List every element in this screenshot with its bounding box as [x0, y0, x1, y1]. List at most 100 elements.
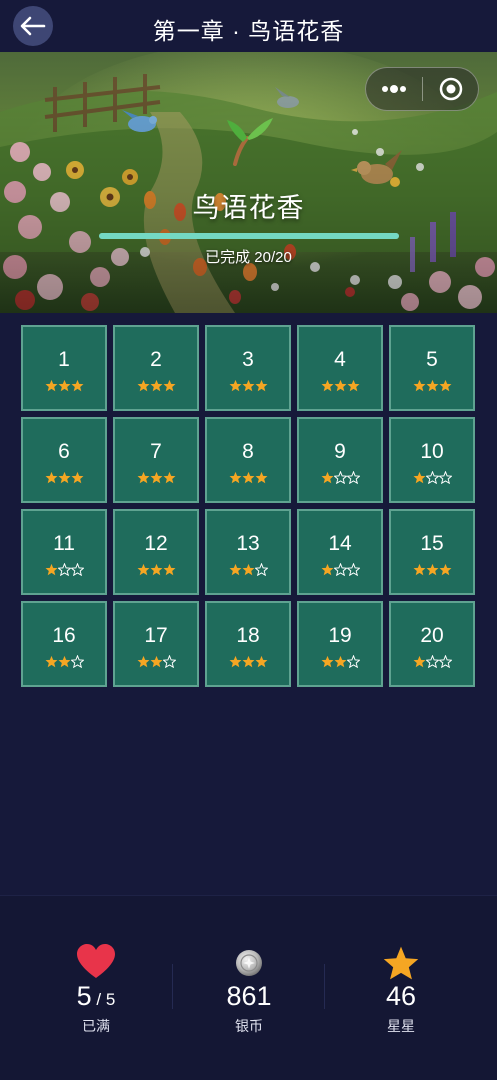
star-filled-icon — [255, 471, 267, 483]
star-filled-icon — [439, 563, 451, 575]
level-number: 5 — [426, 347, 438, 371]
star-empty-icon — [254, 562, 268, 576]
star-filled-icon — [242, 563, 254, 575]
star-empty-icon — [438, 470, 452, 484]
star-empty-icon — [162, 654, 176, 668]
star-filled-icon — [58, 471, 70, 483]
level-cell[interactable]: 17 — [113, 601, 199, 687]
star-filled-icon — [137, 655, 149, 667]
level-cell[interactable]: 12 — [113, 509, 199, 595]
level-stars — [229, 471, 268, 484]
level-number: 6 — [58, 439, 70, 463]
stat-divider — [324, 964, 325, 1009]
star-filled-icon — [58, 379, 70, 391]
level-cell[interactable]: 9 — [297, 417, 383, 503]
star-filled-icon — [413, 379, 425, 391]
level-number: 20 — [420, 623, 444, 647]
page-title: 第一章 · 鸟语花香 — [152, 18, 345, 44]
star-filled-icon — [150, 655, 162, 667]
chapter-banner: 鸟语花香 已完成 20/20 — [0, 52, 497, 313]
level-stars — [413, 379, 452, 392]
level-stars — [413, 563, 452, 576]
level-stars — [45, 562, 84, 576]
level-cell[interactable]: 10 — [389, 417, 475, 503]
star-empty-icon — [70, 654, 84, 668]
level-stars — [137, 471, 176, 484]
level-cell[interactable]: 7 — [113, 417, 199, 503]
level-cell[interactable]: 6 — [21, 417, 107, 503]
level-cell[interactable]: 13 — [205, 509, 291, 595]
silver-coin-icon — [236, 950, 262, 976]
level-stars — [229, 655, 268, 668]
star-filled-icon — [71, 471, 83, 483]
level-stars — [321, 562, 360, 576]
star-filled-icon — [413, 655, 425, 667]
level-number: 16 — [52, 623, 76, 647]
hearts-label: 已满 — [82, 1018, 110, 1034]
resource-bar: 5 / 5 已满 861 银币 46 星星 — [0, 895, 497, 1080]
star-filled-icon — [137, 563, 149, 575]
level-number: 17 — [144, 623, 168, 647]
star-filled-icon — [242, 471, 254, 483]
star-filled-icon — [439, 379, 451, 391]
chapter-progress-bar — [99, 233, 399, 239]
level-grid: 1 2 3 4 5 6 7 8 9 10 11 12 13 14 15 16 17 18 19 20 — [21, 325, 475, 687]
level-cell[interactable]: 2 — [113, 325, 199, 411]
star-filled-icon — [321, 379, 333, 391]
star-filled-icon — [45, 655, 57, 667]
star-empty-icon — [438, 654, 452, 668]
level-number: 2 — [150, 347, 162, 371]
star-filled-icon — [321, 471, 333, 483]
level-stars — [137, 379, 176, 392]
top-bar: 第一章 · 鸟语花香 — [0, 0, 497, 52]
level-stars — [321, 470, 360, 484]
star-filled-icon — [229, 471, 241, 483]
star-icon — [383, 946, 419, 980]
level-cell[interactable]: 1 — [21, 325, 107, 411]
star-empty-icon — [346, 470, 360, 484]
level-cell[interactable]: 5 — [389, 325, 475, 411]
star-filled-icon — [426, 379, 438, 391]
star-filled-icon — [242, 379, 254, 391]
star-filled-icon — [413, 471, 425, 483]
level-cell[interactable]: 18 — [205, 601, 291, 687]
level-cell[interactable]: 19 — [297, 601, 383, 687]
star-filled-icon — [45, 379, 57, 391]
level-number: 4 — [334, 347, 346, 371]
level-cell[interactable]: 8 — [205, 417, 291, 503]
star-empty-icon — [57, 562, 71, 576]
star-empty-icon — [346, 654, 360, 668]
level-cell[interactable]: 16 — [21, 601, 107, 687]
coins-label: 银币 — [235, 1018, 263, 1034]
target-circle-icon — [439, 77, 462, 101]
level-number: 15 — [420, 531, 444, 555]
stars-label: 星星 — [387, 1018, 415, 1034]
star-empty-icon — [70, 562, 84, 576]
more-button[interactable] — [366, 68, 422, 110]
more-dots-icon — [382, 85, 406, 93]
level-stars — [45, 654, 84, 668]
star-empty-icon — [346, 562, 360, 576]
star-filled-icon — [426, 563, 438, 575]
level-cell[interactable]: 15 — [389, 509, 475, 595]
level-stars — [229, 379, 268, 392]
level-stars — [321, 654, 360, 668]
level-cell[interactable]: 14 — [297, 509, 383, 595]
level-number: 11 — [53, 531, 75, 555]
level-number: 7 — [150, 439, 162, 463]
star-filled-icon — [242, 655, 254, 667]
level-stars — [137, 563, 176, 576]
close-mini-program-button[interactable] — [423, 68, 478, 110]
star-filled-icon — [137, 471, 149, 483]
chapter-name: 鸟语花香 — [192, 193, 305, 223]
star-filled-icon — [255, 655, 267, 667]
level-cell[interactable]: 11 — [21, 509, 107, 595]
level-stars — [413, 654, 452, 668]
level-cell[interactable]: 20 — [389, 601, 475, 687]
level-cell[interactable]: 3 — [205, 325, 291, 411]
level-number: 19 — [328, 623, 352, 647]
star-filled-icon — [321, 655, 333, 667]
star-filled-icon — [45, 563, 57, 575]
level-cell[interactable]: 4 — [297, 325, 383, 411]
level-stars — [45, 379, 84, 392]
